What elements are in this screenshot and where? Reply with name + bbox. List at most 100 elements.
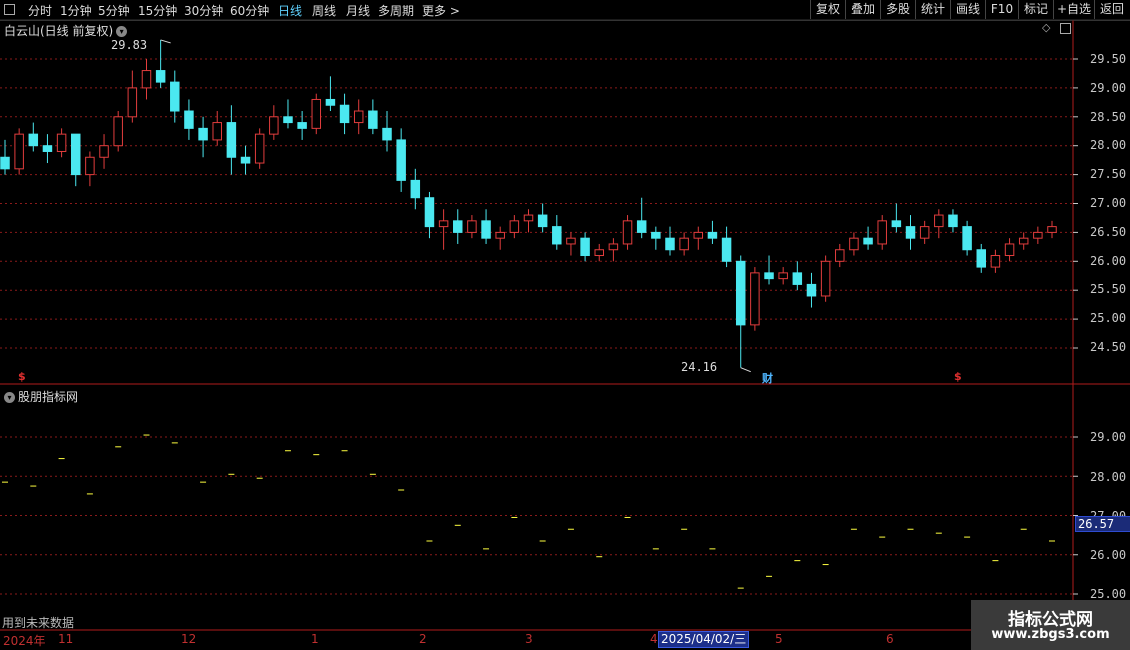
price-tick: 24.50: [1090, 340, 1127, 354]
candle-body: [580, 237, 590, 257]
future-data-note: 用到未来数据: [2, 616, 75, 630]
candle-body: [382, 127, 392, 141]
candle-body: [99, 145, 109, 158]
candle-body: [1018, 237, 1029, 245]
date-label: 5: [775, 632, 783, 646]
event-marker-dividend[interactable]: $: [954, 370, 962, 383]
indicator-tick: 25.00: [1090, 587, 1127, 601]
candle-body: [651, 231, 661, 239]
candle-body: [849, 237, 859, 251]
date-label: 2024年: [3, 634, 46, 648]
date-label: 2: [419, 632, 427, 646]
candle-body: [905, 226, 916, 239]
price-tick: 29.00: [1090, 81, 1127, 95]
candle-body: [410, 179, 421, 199]
candle-body: [792, 272, 803, 285]
chart-title: 白云山(日线 前复权) ▾: [4, 22, 128, 39]
current-value-label: 26.57: [1075, 516, 1130, 532]
candle-body: [919, 226, 930, 239]
candle-body: [141, 70, 152, 89]
price-tick: 26.50: [1090, 225, 1127, 239]
low-pointer: [740, 367, 751, 373]
indicator-tick: 26.00: [1090, 548, 1127, 562]
candle-body: [368, 110, 378, 129]
candle-body: [170, 81, 180, 112]
candle-body: [70, 133, 81, 176]
date-label: 3: [525, 632, 533, 646]
price-tick: 28.50: [1090, 110, 1127, 124]
candle-body: [764, 272, 774, 280]
candle-body: [608, 243, 619, 251]
candle-body: [396, 139, 406, 181]
high-label: 29.83: [111, 38, 148, 52]
candle-body: [311, 98, 322, 129]
candle-body: [127, 87, 138, 118]
candle-body: [636, 220, 647, 233]
candle-body: [990, 255, 1001, 268]
diamond-icon[interactable]: ◇: [1042, 21, 1050, 34]
candle-body: [976, 249, 987, 268]
candle-body: [693, 231, 704, 239]
price-tick: 25.50: [1090, 282, 1127, 296]
candle-body: [42, 145, 53, 152]
candle-body: [665, 237, 675, 251]
chart-corner-icons: ◇: [1040, 21, 1074, 35]
candle-body: [56, 133, 67, 152]
candle-body: [735, 260, 746, 326]
candle-body: [212, 122, 222, 141]
candle-body: [566, 237, 576, 245]
candle-body: [325, 98, 336, 106]
candle-body: [962, 226, 972, 251]
candle-body: [622, 220, 633, 245]
candle-body: [1033, 231, 1043, 239]
candle-body: [721, 237, 732, 262]
candle-body: [877, 220, 887, 245]
candle-body: [495, 231, 505, 239]
candle-body: [594, 249, 604, 257]
candle-body: [891, 220, 902, 228]
candle-body: [424, 197, 435, 228]
candle-body: [297, 122, 307, 129]
indicator-tick: 28.00: [1090, 470, 1127, 484]
candle-body: [481, 220, 491, 239]
candle-body: [85, 156, 95, 176]
candle-body: [467, 220, 477, 233]
indicator-tick: 29.00: [1090, 430, 1127, 444]
event-marker-finance[interactable]: 财: [762, 370, 773, 386]
candle-body: [184, 110, 194, 129]
dropdown-icon[interactable]: ▾: [4, 392, 15, 403]
candle-body: [552, 226, 562, 245]
candle-body: [198, 127, 208, 141]
candle-body: [707, 231, 718, 239]
date-cursor: 2025/04/02/三: [658, 631, 750, 648]
event-marker-dividend[interactable]: $: [18, 370, 26, 383]
date-label: 4: [650, 632, 658, 646]
price-tick: 28.00: [1090, 138, 1127, 152]
price-tick: 26.00: [1090, 254, 1127, 268]
price-tick: 29.50: [1090, 52, 1127, 66]
candle-body: [269, 116, 279, 135]
price-chart-canvas[interactable]: [0, 0, 1130, 650]
indicator-name: 股朋指标网: [18, 390, 79, 404]
dropdown-icon[interactable]: ▾: [116, 26, 128, 37]
low-label: 24.16: [681, 360, 718, 374]
window-icon[interactable]: [1060, 23, 1071, 34]
candle-body: [537, 214, 548, 228]
high-pointer: [160, 39, 171, 44]
candle-body: [0, 156, 10, 170]
stock-title: 白云山(日线 前复权): [4, 24, 114, 38]
candle-body: [226, 122, 237, 158]
candle-body: [254, 133, 265, 164]
price-tick: 27.00: [1090, 196, 1127, 210]
candle-body: [679, 237, 689, 251]
candle-body: [806, 283, 817, 297]
candle-body: [934, 214, 944, 228]
candle-body: [283, 116, 293, 124]
date-label: 11: [58, 632, 74, 646]
watermark: 指标公式网 www.zbgs3.com: [971, 600, 1130, 650]
candle-body: [353, 110, 364, 124]
candle-body: [339, 104, 350, 124]
candle-body: [863, 237, 873, 245]
date-label: 6: [886, 632, 894, 646]
candle-body: [948, 214, 958, 228]
